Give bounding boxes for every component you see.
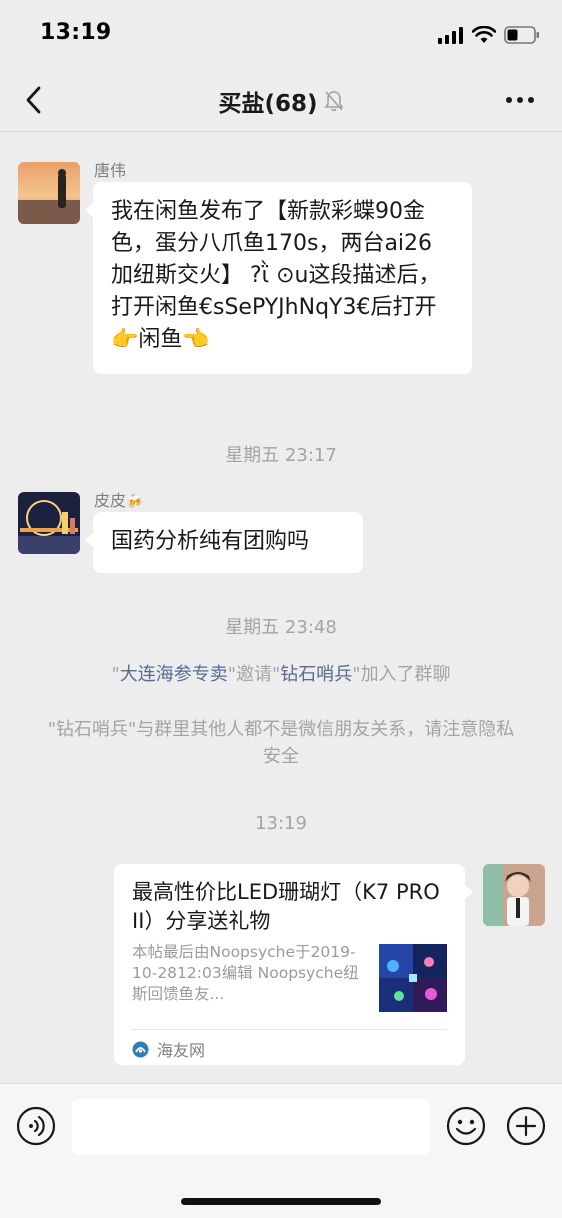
message-bubble[interactable]: 国药分析纯有团购吗 bbox=[85, 512, 363, 573]
battery-icon bbox=[504, 26, 539, 44]
more-icon bbox=[506, 97, 534, 103]
plus-icon bbox=[506, 1106, 546, 1146]
card-source-name: 海友网 bbox=[157, 1041, 206, 1060]
chat-title-area: 买盐(68) bbox=[0, 84, 562, 118]
chat-screen: 13:19 买盐(68) 唐伟 我在闲鱼发布了【新款彩蝶90金色，蛋分八爪鱼17… bbox=[0, 0, 562, 1218]
time-divider: 星期五 23:48 bbox=[225, 617, 337, 638]
message-text: 我在闲鱼发布了【新款彩蝶90金色，蛋分八爪鱼170s，两台ai26加纽斯交火】 … bbox=[111, 199, 441, 352]
avatar-tangwei[interactable] bbox=[18, 162, 80, 224]
voice-icon bbox=[16, 1106, 56, 1146]
avatar-pipi[interactable] bbox=[18, 492, 80, 554]
message-input[interactable] bbox=[72, 1099, 430, 1155]
message-text: 国药分析纯有团购吗 bbox=[111, 529, 310, 554]
more-button[interactable] bbox=[500, 84, 540, 116]
system-notice-privacy: "钻石哨兵"与群里其他人都不是微信朋友关系，请注意隐私安全 bbox=[47, 719, 515, 767]
system-notice-invite: "大连海参专卖"邀请"钻石哨兵"加入了群聊 bbox=[111, 664, 451, 685]
site-logo-icon bbox=[132, 1041, 149, 1057]
card-thumbnail bbox=[379, 944, 447, 1012]
home-indicator[interactable] bbox=[181, 1198, 381, 1205]
status-icons bbox=[438, 24, 540, 46]
status-time: 13:19 bbox=[40, 20, 112, 45]
chat-title: 买盐(68) bbox=[218, 91, 318, 117]
sender-name: 皮皮🍻 bbox=[94, 487, 143, 511]
invite-verb: 邀请 bbox=[236, 664, 272, 685]
emoji-button[interactable] bbox=[446, 1106, 486, 1146]
message-bubble[interactable]: 我在闲鱼发布了【新款彩蝶90金色，蛋分八爪鱼170s，两台ai26加纽斯交火】 … bbox=[85, 182, 472, 374]
wifi-icon bbox=[472, 26, 496, 43]
invite-suffix: 加入了群聊 bbox=[360, 664, 451, 685]
invitee-link[interactable]: 钻石哨兵 bbox=[280, 664, 352, 685]
card-divider bbox=[132, 1029, 447, 1030]
voice-button[interactable] bbox=[16, 1106, 56, 1146]
nav-bar: 买盐(68) bbox=[0, 66, 562, 132]
card-source: 海友网 bbox=[132, 1037, 205, 1061]
avatar-self[interactable] bbox=[483, 864, 545, 926]
link-card[interactable]: 最高性价比LED珊瑚灯（K7 PRO II）分享送礼物 本帖最后由Noopsyc… bbox=[114, 864, 473, 1065]
inviter-link[interactable]: 大连海参专卖 bbox=[120, 664, 228, 685]
time-divider: 星期五 23:17 bbox=[225, 445, 337, 466]
card-title: 最高性价比LED珊瑚灯（K7 PRO II）分享送礼物 bbox=[132, 880, 440, 933]
status-bar: 13:19 bbox=[0, 0, 562, 66]
emoji-icon bbox=[446, 1106, 486, 1146]
plus-button[interactable] bbox=[506, 1106, 546, 1146]
signal-icon bbox=[438, 27, 463, 44]
card-description: 本帖最后由Noopsyche于2019-10-2812:03编辑 Noopsyc… bbox=[132, 943, 359, 1003]
sender-emoji: 🍻 bbox=[126, 494, 144, 510]
sender-name: 唐伟 bbox=[94, 161, 127, 180]
mute-bell-icon bbox=[324, 91, 344, 112]
sender-name-text: 皮皮 bbox=[94, 491, 127, 510]
time-divider: 13:19 bbox=[255, 813, 307, 834]
